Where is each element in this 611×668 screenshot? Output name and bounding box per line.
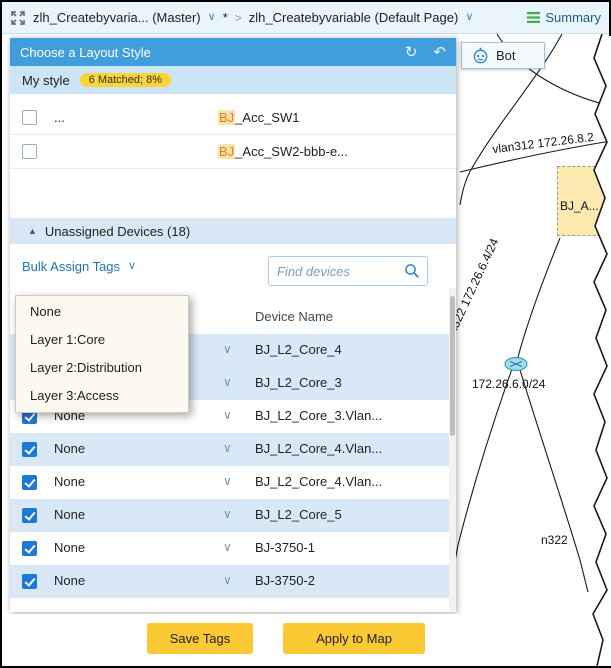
summary-list-icon [527, 11, 540, 24]
dropdown-item-none[interactable]: None [16, 298, 188, 326]
table-row[interactable]: None ∨ BJ_L2_Core_5 [10, 499, 449, 532]
choose-layout-style-panel: Choose a Layout Style ↻ ↶ My style 6 Mat… [10, 38, 456, 612]
row-checkbox[interactable] [22, 144, 37, 159]
bulk-assign-dropdown: None Layer 1:Core Layer 2:Distribution L… [15, 295, 189, 413]
match-highlight: BJ [218, 144, 235, 159]
refresh-icon[interactable]: ↻ [405, 45, 418, 60]
unassigned-devices-header[interactable]: ▲ Unassigned Devices (18) [10, 218, 456, 244]
panel-header: Choose a Layout Style ↻ ↶ [10, 38, 456, 66]
dropdown-item-layer3-access[interactable]: Layer 3:Access [16, 382, 188, 410]
row-device-name: BJ_L2_Core_4 [255, 342, 342, 357]
apply-to-map-button[interactable]: Apply to Map [283, 623, 425, 654]
device-name-column-header: Device Name [255, 309, 333, 324]
row-tag-value: None [54, 507, 85, 522]
matched-row[interactable]: ... BJ_Acc_SW1 [10, 100, 456, 135]
breadcrumb-separator-icon: > [235, 11, 242, 25]
table-row[interactable]: None ∨ BJ_L2_Core_4.Vlan... [10, 466, 449, 499]
summary-button[interactable]: Summary [527, 10, 601, 25]
row-checkbox[interactable] [22, 541, 37, 556]
row-tag-value: None [54, 573, 85, 588]
row-tag-value: ... [54, 110, 65, 125]
expand-icon[interactable] [10, 10, 26, 26]
bulk-assign-label: Bulk Assign Tags [22, 259, 120, 274]
link-label-bottom: n322 [541, 533, 568, 547]
row-checkbox[interactable] [22, 574, 37, 589]
switch-node-icon[interactable] [503, 356, 529, 372]
chevron-down-icon[interactable]: ∨ [223, 408, 232, 422]
table-row[interactable]: None ∨ BJ-3750-2 [10, 565, 449, 598]
row-tag-value: None [54, 441, 85, 456]
find-devices-input[interactable] [269, 264, 404, 279]
collapse-triangle-icon[interactable]: ▲ [28, 227, 37, 236]
row-device-name: BJ-3750-2 [255, 573, 315, 588]
breadcrumb-page-name[interactable]: zlh_Createbyvariable (Default Page) [249, 10, 459, 25]
scrollbar-thumb[interactable] [450, 296, 455, 436]
table-row[interactable]: None ∨ BJ_L2_Core_4.Vlan... [10, 433, 449, 466]
row-device-name: BJ_L2_Core_3 [255, 375, 342, 390]
summary-label: Summary [545, 10, 601, 25]
match-highlight: BJ [218, 110, 235, 125]
row-tag-value: None [54, 540, 85, 555]
chevron-down-icon[interactable]: ∨ [223, 540, 232, 554]
row-checkbox[interactable] [22, 110, 37, 125]
row-checkbox[interactable] [22, 442, 37, 457]
row-device-name: BJ_Acc_SW1 [218, 110, 299, 125]
row-checkbox[interactable] [22, 475, 37, 490]
chevron-down-icon[interactable]: ∨ [465, 12, 473, 23]
bottom-action-bar: Save Tags Apply to Map [2, 614, 609, 666]
row-device-name: BJ_L2_Core_4.Vlan... [255, 441, 382, 456]
search-icon[interactable] [404, 263, 420, 279]
chevron-down-icon[interactable]: ∨ [223, 375, 232, 389]
row-device-name: BJ_Acc_SW2-bbb-e... [218, 144, 348, 159]
save-tags-button[interactable]: Save Tags [147, 623, 253, 654]
bot-button-label: Bot [496, 48, 516, 63]
subnet-label: 172.26.6.0/24 [472, 377, 545, 391]
matched-device-list: ... BJ_Acc_SW1 BJ_Acc_SW2-bbb-e... [10, 94, 456, 218]
bulk-assign-tags-button[interactable]: Bulk Assign Tags ∨ [22, 259, 136, 274]
chevron-down-icon[interactable]: ∨ [208, 12, 216, 23]
chevron-down-icon: ∨ [128, 261, 136, 272]
chevron-down-icon[interactable]: ∨ [223, 573, 232, 587]
row-device-name: BJ_L2_Core_4.Vlan... [255, 474, 382, 489]
row-device-name: BJ-3750-1 [255, 540, 315, 555]
row-tag-value: None [54, 474, 85, 489]
panel-scrollbar[interactable] [449, 288, 456, 612]
modified-indicator: * [223, 10, 228, 25]
chevron-down-icon[interactable]: ∨ [223, 507, 232, 521]
border-left [0, 0, 2, 668]
row-device-name: BJ_L2_Core_5 [255, 507, 342, 522]
app-window: zlh_Createbyvaria... (Master) ∨ * > zlh_… [0, 0, 611, 668]
chevron-down-icon[interactable]: ∨ [223, 342, 232, 356]
torn-edge-decoration [585, 34, 611, 666]
dropdown-item-layer2-distribution[interactable]: Layer 2:Distribution [16, 354, 188, 382]
chevron-down-icon[interactable]: ∨ [223, 474, 232, 488]
find-devices-box [268, 256, 428, 286]
matched-badge: 6 Matched; 8% [80, 73, 171, 87]
panel-title: Choose a Layout Style [20, 45, 151, 60]
breadcrumb-map-name[interactable]: zlh_Createbyvaria... (Master) [33, 10, 201, 25]
unassigned-devices-label: Unassigned Devices (18) [45, 224, 190, 239]
top-bar: zlh_Createbyvaria... (Master) ∨ * > zlh_… [2, 2, 609, 34]
border-top [0, 0, 611, 2]
row-checkbox[interactable] [22, 508, 37, 523]
table-row[interactable]: None ∨ BJ-3750-1 [10, 532, 449, 565]
robot-icon [472, 47, 489, 64]
my-style-label: My style [22, 73, 70, 88]
my-style-row[interactable]: My style 6 Matched; 8% [10, 66, 456, 94]
row-device-name: BJ_L2_Core_3.Vlan... [255, 408, 382, 423]
bot-button[interactable]: Bot [461, 42, 545, 69]
dropdown-item-layer1-core[interactable]: Layer 1:Core [16, 326, 188, 354]
undo-icon[interactable]: ↶ [433, 45, 446, 60]
matched-row[interactable]: BJ_Acc_SW2-bbb-e... [10, 134, 456, 169]
chevron-down-icon[interactable]: ∨ [223, 441, 232, 455]
